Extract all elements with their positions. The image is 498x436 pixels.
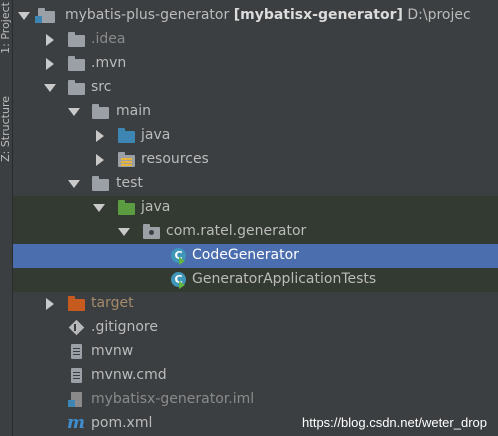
root-path: D:\projec [407,7,471,23]
expand-arrow-icon[interactable] [118,228,130,236]
tree-node-label: .idea [91,31,126,47]
tree-node-resources[interactable]: resources [13,148,498,172]
tree-node-label: com.ratel.generator [166,223,307,239]
tree-node-gitignore[interactable]: .gitignore [13,316,498,340]
tree-node-label: CodeGenerator [192,247,299,263]
tool-window-strip: 1: Project Z: Structure [0,0,13,436]
expand-arrow-icon[interactable] [68,180,80,188]
tree-node-label: java [141,199,171,215]
tree-node-label: mybatisx-generator.iml [91,391,255,407]
java-class-icon: C [171,248,186,265]
tree-node-src[interactable]: src [13,76,498,100]
expand-arrow-icon[interactable] [93,204,105,212]
tree-node-root[interactable]: mybatis-plus-generator [mybatisx-generat… [13,4,498,28]
project-tool-tab[interactable]: 1: Project [0,2,12,54]
folder-icon [92,176,109,191]
text-file-icon [68,368,85,383]
package-icon [143,224,160,239]
source-folder-icon [118,128,135,143]
tree-node-label: mvnw.cmd [91,367,167,383]
folder-icon [92,104,109,119]
tree-node-label: target [91,295,134,311]
java-class-icon: C [171,272,186,289]
text-file-icon [68,344,85,359]
tree-node-iml[interactable]: mybatisx-generator.iml [13,388,498,412]
expand-arrow-icon[interactable] [68,108,80,116]
tree-node-test-java[interactable]: java [13,196,498,220]
tree-node-main[interactable]: main [13,100,498,124]
collapse-arrow-icon[interactable] [46,298,54,310]
folder-icon [68,80,85,95]
tree-node-label: .gitignore [91,319,158,335]
tree-node-label: GeneratorApplicationTests [192,271,377,287]
collapse-arrow-icon[interactable] [46,34,54,46]
tree-node-main-java[interactable]: java [13,124,498,148]
module-file-icon [68,392,85,407]
project-tree: mybatis-plus-generator [mybatisx-generat… [13,0,498,436]
tree-node-mvnw-cmd[interactable]: mvnw.cmd [13,364,498,388]
tree-node-label: src [91,79,112,95]
tree-node-target[interactable]: target [13,292,498,316]
collapse-arrow-icon[interactable] [96,130,104,142]
test-source-folder-icon [118,200,135,215]
folder-icon [68,56,85,71]
tree-node-mvn[interactable]: .mvn [13,52,498,76]
tree-node-label: test [116,175,143,191]
tree-node-label: .mvn [91,55,127,71]
tree-node-label: java [141,127,171,143]
root-module-name: [mybatisx-generator] [233,7,403,23]
excluded-folder-icon [68,296,85,311]
tree-node-label: resources [141,151,209,167]
watermark: https://blog.csdn.net/weter_drop [301,415,487,430]
structure-tool-tab[interactable]: Z: Structure [0,96,12,162]
collapse-arrow-icon[interactable] [96,154,104,166]
tree-node-code-generator[interactable]: C CodeGenerator [13,244,498,268]
tree-node-idea[interactable]: .idea [13,28,498,52]
tree-node-generator-tests[interactable]: C GeneratorApplicationTests [13,268,498,292]
tree-node-test[interactable]: test [13,172,498,196]
collapse-arrow-icon[interactable] [46,58,54,70]
tree-node-label: mvnw [91,343,134,359]
tree-node-mvnw[interactable]: mvnw [13,340,498,364]
expand-arrow-icon[interactable] [44,84,56,92]
resources-folder-icon [118,152,135,167]
tree-node-package[interactable]: com.ratel.generator [13,220,498,244]
expand-arrow-icon[interactable] [18,12,30,20]
tree-node-label: main [116,103,151,119]
maven-icon: m [67,413,85,433]
tree-node-label: pom.xml [91,415,153,431]
root-project-name: mybatis-plus-generator [65,7,230,23]
folder-icon [68,32,85,47]
git-file-icon [68,319,85,336]
module-folder-icon [35,8,55,23]
